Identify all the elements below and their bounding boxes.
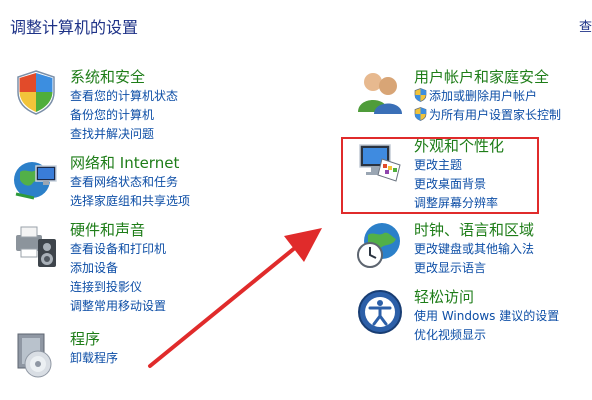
link-devices-printers[interactable]: 查看设备和打印机	[70, 240, 166, 259]
link-parental-controls[interactable]: 为所有用户设置家长控制	[414, 106, 561, 125]
uac-shield-icon	[414, 107, 427, 121]
link-add-remove-users[interactable]: 添加或删除用户帐户	[414, 87, 561, 106]
link-view-status[interactable]: 查看您的计算机状态	[70, 87, 178, 106]
link-network-status[interactable]: 查看网络状态和任务	[70, 173, 190, 192]
category-title[interactable]: 用户帐户和家庭安全	[414, 68, 561, 87]
link-label: 添加或删除用户帐户	[429, 89, 538, 103]
link-homegroup[interactable]: 选择家庭组和共享选项	[70, 192, 190, 211]
users-icon[interactable]	[356, 68, 404, 116]
link-input-methods[interactable]: 更改键盘或其他输入法	[414, 240, 534, 259]
category-title[interactable]: 系统和安全	[70, 68, 178, 87]
printer-speaker-icon[interactable]	[12, 221, 60, 269]
globe-clock-icon[interactable]	[356, 221, 404, 269]
category-title[interactable]: 网络和 Internet	[70, 154, 190, 173]
shield-icon[interactable]	[12, 68, 60, 116]
link-backup[interactable]: 备份您的计算机	[70, 106, 178, 125]
link-recommended-settings[interactable]: 使用 Windows 建议的设置	[414, 307, 559, 326]
category-title[interactable]: 时钟、语言和区域	[414, 221, 534, 240]
edge-label[interactable]: 查	[579, 16, 592, 35]
category-title[interactable]: 硬件和声音	[70, 221, 166, 240]
category-title[interactable]: 程序	[70, 330, 118, 349]
highlight-box	[341, 137, 539, 214]
page-title: 调整计算机的设置	[10, 18, 139, 37]
link-uninstall[interactable]: 卸载程序	[70, 349, 118, 368]
category-title[interactable]: 轻松访问	[414, 288, 559, 307]
uac-shield-icon	[414, 88, 427, 102]
link-optimize-display[interactable]: 优化视频显示	[414, 326, 559, 345]
link-troubleshoot[interactable]: 查找并解决问题	[70, 125, 178, 144]
programs-disc-icon[interactable]	[12, 330, 60, 378]
link-display-language[interactable]: 更改显示语言	[414, 259, 534, 278]
link-add-device[interactable]: 添加设备	[70, 259, 166, 278]
ease-of-access-icon[interactable]	[356, 288, 404, 336]
network-globe-icon[interactable]	[12, 154, 60, 202]
link-projector[interactable]: 连接到投影仪	[70, 278, 166, 297]
link-label: 为所有用户设置家长控制	[429, 108, 562, 122]
link-mobility[interactable]: 调整常用移动设置	[70, 297, 166, 316]
